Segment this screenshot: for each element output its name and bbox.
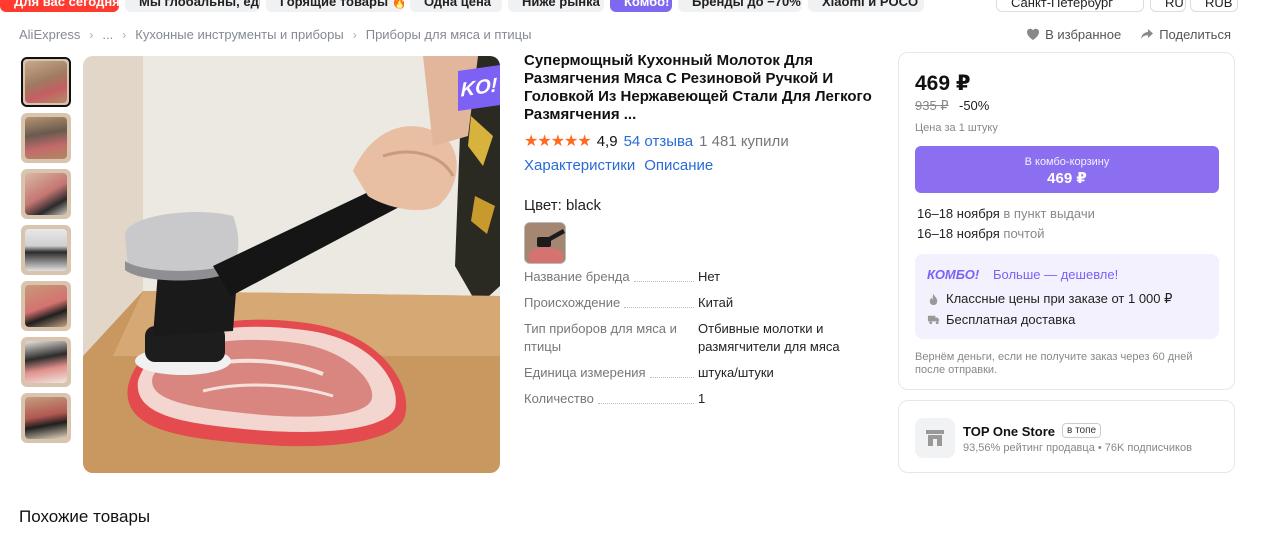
thumbnail[interactable] (21, 281, 71, 331)
top-chip-bar: Для вас сегодня Мы глобальны, едины Горя… (0, 0, 1273, 12)
spec-value: штука/штуки (698, 365, 774, 380)
spec-row: Название бренда Нет (524, 268, 874, 286)
thumbnail[interactable] (21, 225, 71, 275)
spec-value: Нет (698, 269, 721, 284)
breadcrumb-kitchen-tools[interactable]: Кухонные инструменты и приборы (135, 27, 343, 42)
thumbnail-list (21, 57, 73, 449)
spec-value: Китай (698, 295, 734, 310)
delivery-date: 16–18 ноября (917, 226, 1000, 241)
color-swatch-black[interactable] (524, 222, 566, 264)
spec-list: Название бренда Нет Происхождение Китай … (524, 268, 874, 416)
add-to-combo-cart-button[interactable]: В комбо-корзину 469 ₽ (915, 146, 1219, 193)
language-selector[interactable]: RU (1150, 0, 1186, 12)
ko-badge: KO! (458, 65, 500, 111)
thumbnail[interactable] (21, 393, 71, 443)
current-price: 469 ₽ (915, 72, 971, 95)
rating-row: ★★★★★ 4,9 54 отзыва 1 481 купили (524, 131, 874, 151)
similar-products-heading: Похожие товары (19, 507, 151, 526)
combo-button-price: 469 ₽ (1047, 170, 1087, 187)
breadcrumb-meat-tools[interactable]: Приборы для мяса и птицы (366, 27, 532, 42)
refund-notice: Вернём деньги, если не получите заказ че… (915, 351, 1193, 376)
reviews-link[interactable]: 54 отзыва (624, 133, 694, 150)
breadcrumb-home[interactable]: AliExpress (19, 27, 80, 42)
spec-row: Происхождение Китай (524, 294, 874, 312)
spec-key: Единица измерения (524, 364, 648, 382)
thumbnail[interactable] (21, 113, 71, 163)
chip-xiaomi[interactable]: Xiaomi и POCO (808, 0, 924, 12)
store-card[interactable]: TOP One Store в топе 93,56% рейтинг прод… (898, 400, 1235, 473)
combo-button-label: В комбо-корзину (1024, 156, 1110, 168)
product-title: Супермощный Кухонный Молоток Для Размягч… (524, 52, 872, 123)
thumbnail[interactable] (21, 57, 71, 107)
store-meta: 93,56% рейтинг продавца • 76K подписчико… (963, 442, 1192, 454)
currency-selector[interactable]: RUB (1190, 0, 1238, 12)
spec-row: Количество 1 (524, 390, 874, 408)
delivery-option-post: 16–18 ноября почтой (917, 226, 1044, 241)
thumbnail[interactable] (21, 169, 71, 219)
old-price: 935 ₽ (915, 98, 949, 113)
product-main-image[interactable]: KO! (83, 56, 500, 473)
store-name[interactable]: TOP One Store (963, 424, 1055, 439)
chip-brands[interactable]: Бренды до −70% (678, 0, 802, 12)
meat-tenderizer-photo (83, 56, 500, 473)
delivery-method: почтой (1003, 226, 1045, 241)
store-badge: в топе (1062, 423, 1102, 438)
spec-value: Отбивные молотки и размягчители для мяса (698, 321, 840, 354)
chip-for-you[interactable]: Для вас сегодня (0, 0, 119, 12)
spec-value: 1 (698, 391, 706, 406)
favorite-label: В избранное (1045, 26, 1122, 42)
price-per-unit: Цена за 1 штуку (915, 122, 998, 134)
heart-icon (1027, 28, 1040, 40)
info-links: Характеристики Описание (524, 157, 874, 174)
description-link[interactable]: Описание (644, 157, 713, 174)
chip-one-price[interactable]: Одна цена (410, 0, 502, 12)
thumbnail[interactable] (21, 337, 71, 387)
color-label: Цвет: black (524, 197, 601, 214)
rating-value: 4,9 (596, 132, 618, 150)
chevron-right-icon: › (89, 27, 94, 42)
share-icon (1141, 29, 1154, 39)
combo-benefit-prices: Классные цены при заказе от 1 000 ₽ (927, 291, 1172, 307)
store-icon (915, 418, 955, 458)
spec-key: Происхождение (524, 294, 623, 312)
chip-combo[interactable]: Комбо! (610, 0, 672, 12)
star-rating-icon: ★★★★★ (524, 133, 592, 150)
spec-row: Единица измерения штука/штуки (524, 364, 874, 382)
bought-count: 1 481 купили (699, 132, 789, 150)
breadcrumb: AliExpress › ... › Кухонные инструменты … (19, 27, 531, 42)
product-info: Супермощный Кухонный Молоток Для Размягч… (524, 52, 874, 264)
combo-benefit-delivery: Бесплатная доставка (927, 312, 1075, 327)
chip-below-market[interactable]: Ниже рынка (508, 0, 604, 12)
chip-global[interactable]: Мы глобальны, едины (125, 0, 260, 12)
combo-benefit-text: Бесплатная доставка (946, 312, 1076, 327)
fire-icon (929, 293, 938, 305)
spec-key: Тип приборов для мяса и птицы (524, 320, 698, 356)
share-label: Поделиться (1159, 26, 1231, 42)
spec-row: Тип приборов для мяса и птицы Отбивные м… (524, 320, 874, 356)
chevron-right-icon: › (122, 27, 127, 42)
favorite-button[interactable]: В избранное (1025, 26, 1121, 42)
price-card: 469 ₽ 935 ₽ -50% Цена за 1 штуку В комбо… (898, 52, 1235, 390)
delivery-option-pickup: 16–18 ноября в пункт выдачи (917, 206, 1095, 221)
chevron-right-icon: › (352, 27, 357, 42)
truck-icon (927, 315, 940, 325)
specs-link[interactable]: Характеристики (524, 157, 635, 174)
spec-key: Название бренда (524, 268, 632, 286)
delivery-date: 16–18 ноября (917, 206, 1000, 221)
delivery-method: в пункт выдачи (1003, 206, 1095, 221)
combo-logo: КОМБО! (927, 267, 980, 282)
combo-subtitle: Больше — дешевле! (993, 267, 1119, 282)
combo-benefit-text: Классные цены при заказе от 1 000 ₽ (946, 291, 1173, 306)
breadcrumb-ellipsis[interactable]: ... (102, 27, 113, 42)
share-button[interactable]: Поделиться (1139, 26, 1231, 42)
location-selector[interactable]: Санкт-Петербург (996, 0, 1144, 12)
combo-promo-box[interactable]: КОМБО! Больше — дешевле! Классные цены п… (915, 254, 1219, 339)
discount-badge: -50% (959, 98, 990, 113)
chip-hot[interactable]: Горящие товары 🔥 (266, 0, 404, 12)
swatch-image (525, 223, 565, 263)
spec-key: Количество (524, 390, 596, 408)
product-actions: В избранное Поделиться (1025, 26, 1231, 42)
